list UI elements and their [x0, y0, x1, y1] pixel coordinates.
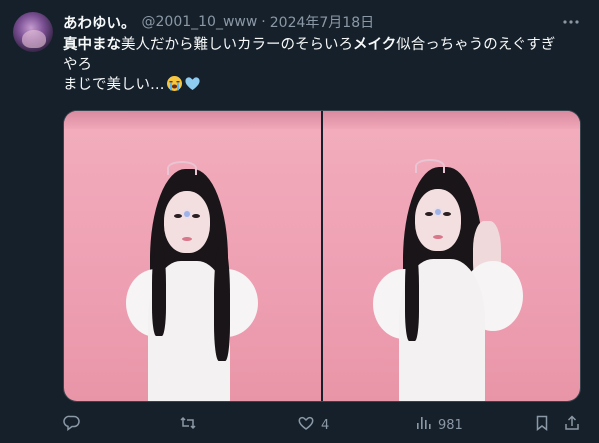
lip-shape — [433, 235, 443, 239]
retweet-button[interactable] — [179, 414, 203, 436]
tweet-text-line-1: 真中まな美人だから難しいカラーのそらいろメイク似合っちゃうのえぐすぎ — [63, 35, 583, 55]
bookmark-button[interactable] — [533, 414, 551, 436]
display-name[interactable]: あわゆい。 — [63, 12, 136, 33]
retweet-icon — [179, 414, 197, 436]
light-blue-heart-icon — [184, 75, 201, 92]
bookmark-icon — [533, 414, 551, 436]
eye-shape — [425, 212, 433, 216]
share-icon — [563, 414, 581, 436]
photo-backdrop — [64, 111, 321, 129]
lip-shape — [182, 237, 192, 241]
tweet-text-line-3: まじで美しい… — [63, 75, 583, 95]
tiara-shape — [167, 161, 197, 175]
hair-strand-shape — [214, 241, 230, 361]
bold-name: 真中まな — [63, 37, 121, 53]
user-handle[interactable]: @2001_10_www — [142, 14, 258, 30]
eye-shape — [174, 214, 182, 218]
like-icon — [297, 414, 315, 436]
tweet[interactable]: あわゆい。 @2001_10_www · 2024年7月18日 真中まな美人だか… — [0, 0, 599, 443]
eye-shape — [443, 212, 451, 216]
photo-backdrop — [323, 111, 580, 129]
photo-2[interactable] — [323, 111, 580, 401]
eye-shape — [192, 214, 200, 218]
hair-strand-shape — [405, 241, 419, 341]
tweet-text-line-2: やろ — [63, 57, 92, 73]
bold-makeup: メイク — [353, 37, 397, 53]
share-button[interactable] — [563, 414, 581, 436]
face-gem-shape — [184, 211, 190, 217]
reply-button[interactable] — [63, 414, 87, 436]
text-segment: まじで美しい… — [63, 77, 165, 93]
action-bar: 4 981 — [63, 414, 583, 434]
tweet-date[interactable]: 2024年7月18日 — [270, 12, 374, 32]
avatar[interactable] — [13, 12, 53, 52]
views-button[interactable]: 981 — [414, 414, 463, 436]
like-count: 4 — [321, 417, 330, 433]
tweet-header: あわゆい。 @2001_10_www · 2024年7月18日 — [63, 11, 374, 33]
media-grid — [63, 110, 581, 402]
photo-1[interactable] — [64, 111, 321, 401]
text-segment: 美人だから難しいカラーのそらいろ — [121, 37, 353, 53]
tweet-text: 真中まな美人だから難しいカラーのそらいろメイク似合っちゃうのえぐすぎ やろ まじ… — [63, 35, 583, 95]
face-gem-shape — [435, 209, 441, 215]
views-icon — [414, 414, 432, 436]
separator: · — [261, 14, 266, 30]
hair-strand-shape — [152, 241, 166, 336]
like-button[interactable]: 4 — [297, 414, 329, 436]
reply-icon — [63, 414, 81, 436]
more-icon[interactable] — [561, 12, 581, 32]
face-shape — [164, 191, 210, 253]
views-count: 981 — [438, 417, 463, 433]
loudly-crying-face-icon — [166, 75, 183, 92]
face-shape — [415, 189, 461, 251]
text-segment: 似合っちゃうのえぐすぎ — [396, 37, 556, 53]
tiara-shape — [415, 159, 445, 173]
